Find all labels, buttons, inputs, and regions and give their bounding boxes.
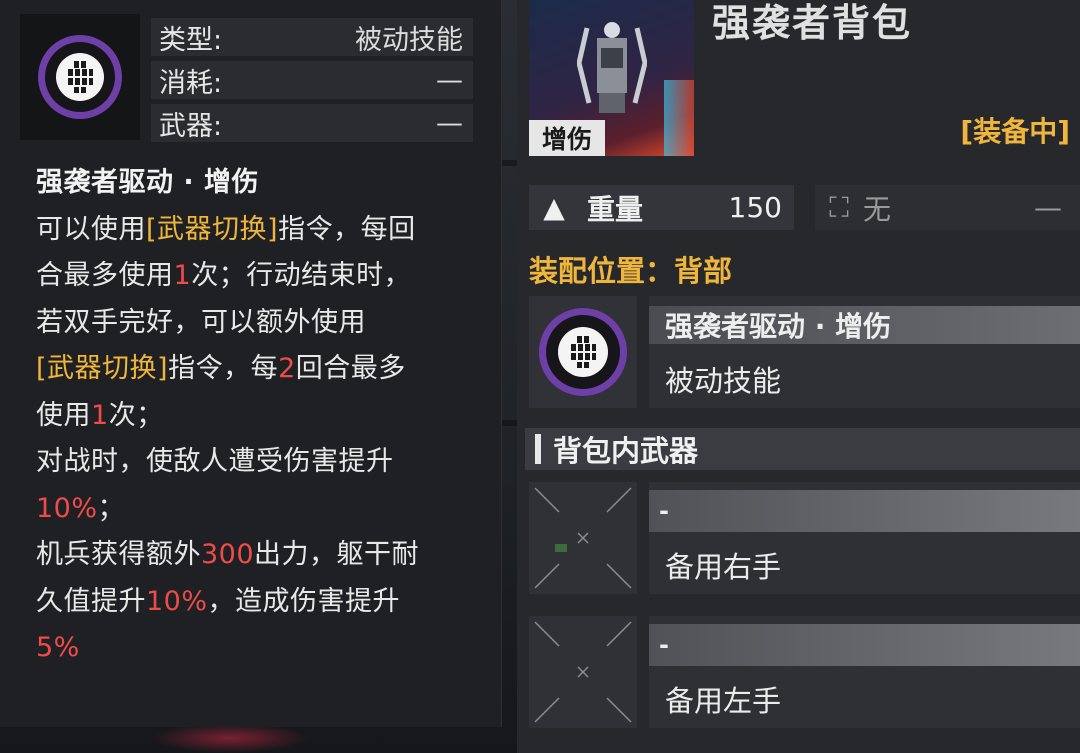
- crosshair-icon: ⛶: [829, 190, 849, 224]
- item-detail-panel: 增伤 强袭者背包 [装备中] ▲ 重量 150 ⛶ 无 — 装配位置：背部 强袭…: [517, 0, 1080, 753]
- desc-line: 对战时，使敌人遭受伤害提升: [36, 446, 394, 477]
- weapon-slot-right[interactable]: - 备用右手: [529, 482, 1080, 594]
- desc-line: 10%；: [36, 492, 126, 524]
- skill-card-name: 强袭者驱动 · 增伤: [649, 306, 1080, 344]
- cost-label: 消耗:: [159, 67, 223, 99]
- weapon-label: 武器:: [159, 110, 223, 142]
- weapon-slot-left[interactable]: - 备用左手: [529, 616, 1080, 728]
- skill-card-type: 被动技能: [665, 364, 782, 398]
- weapon-slot-label: 备用右手: [665, 550, 782, 584]
- item-tag: 增伤: [529, 120, 605, 156]
- skill-emblem-icon: [38, 35, 122, 119]
- info-row-type: 类型: 被动技能: [151, 18, 473, 56]
- desc-line: 机兵获得额外300出力，躯干耐: [36, 539, 420, 570]
- secondary-value: —: [1034, 191, 1062, 224]
- skill-card[interactable]: 强袭者驱动 · 增伤 被动技能: [529, 296, 1080, 408]
- weight-icon: ▲: [543, 191, 565, 224]
- item-portrait[interactable]: 增伤: [529, 0, 694, 156]
- weapon-slot-label: 备用左手: [665, 684, 782, 718]
- info-row-weapon: 武器: —: [151, 104, 473, 142]
- weapon-name: -: [649, 490, 1080, 532]
- desc-line: 可以使用[武器切换]指令，每回: [36, 213, 416, 245]
- skill-emblem-icon: [539, 308, 627, 396]
- keyword-weapon-switch: [武器切换]: [36, 353, 169, 384]
- weapon-value: —: [436, 107, 463, 139]
- type-label: 类型:: [159, 24, 223, 56]
- keyword-weapon-switch: [武器切换]: [146, 213, 279, 245]
- weight-stat: ▲ 重量 150: [529, 185, 794, 230]
- skill-title: 强袭者驱动 · 增伤: [36, 167, 260, 198]
- cost-value: —: [436, 64, 463, 96]
- desc-line: [武器切换]指令，每2回合最多: [36, 353, 406, 384]
- equip-slot-label: 装配位置：背部: [529, 254, 733, 288]
- skill-icon-frame: [20, 14, 140, 140]
- empty-slot-icon: [529, 482, 637, 594]
- skill-description: 强袭者驱动 · 增伤 可以使用[武器切换]指令，每回 合最多使用1次；行动结束时…: [36, 160, 476, 672]
- weight-label: 重量: [587, 192, 644, 226]
- desc-line: 若双手完好，可以额外使用: [36, 306, 366, 338]
- desc-line: 使用1次；: [36, 399, 164, 431]
- secondary-stat: ⛶ 无 —: [815, 185, 1080, 230]
- type-value: 被动技能: [355, 24, 463, 56]
- weapons-section-header: 背包内武器: [525, 428, 1080, 470]
- secondary-label: 无: [863, 192, 892, 226]
- weight-value: 150: [728, 191, 782, 224]
- skill-icon-frame: [529, 296, 637, 408]
- weapon-name: -: [649, 624, 1080, 666]
- item-name: 强袭者背包: [712, 1, 913, 45]
- desc-line: 久值提升10%，造成伤害提升: [36, 585, 401, 617]
- info-row-cost: 消耗: —: [151, 61, 473, 99]
- desc-line: 合最多使用1次；行动结束时，: [36, 260, 412, 291]
- backpack-mech-icon: [577, 22, 647, 113]
- skill-tooltip: 类型: 被动技能 消耗: — 武器: — 强袭者驱动 · 增伤 可以使用[武器切…: [0, 0, 502, 727]
- equipped-status: [装备中]: [960, 115, 1070, 148]
- desc-line: 5%: [36, 632, 80, 663]
- empty-slot-icon: [529, 616, 637, 728]
- weapons-section-title: 背包内武器: [553, 434, 699, 468]
